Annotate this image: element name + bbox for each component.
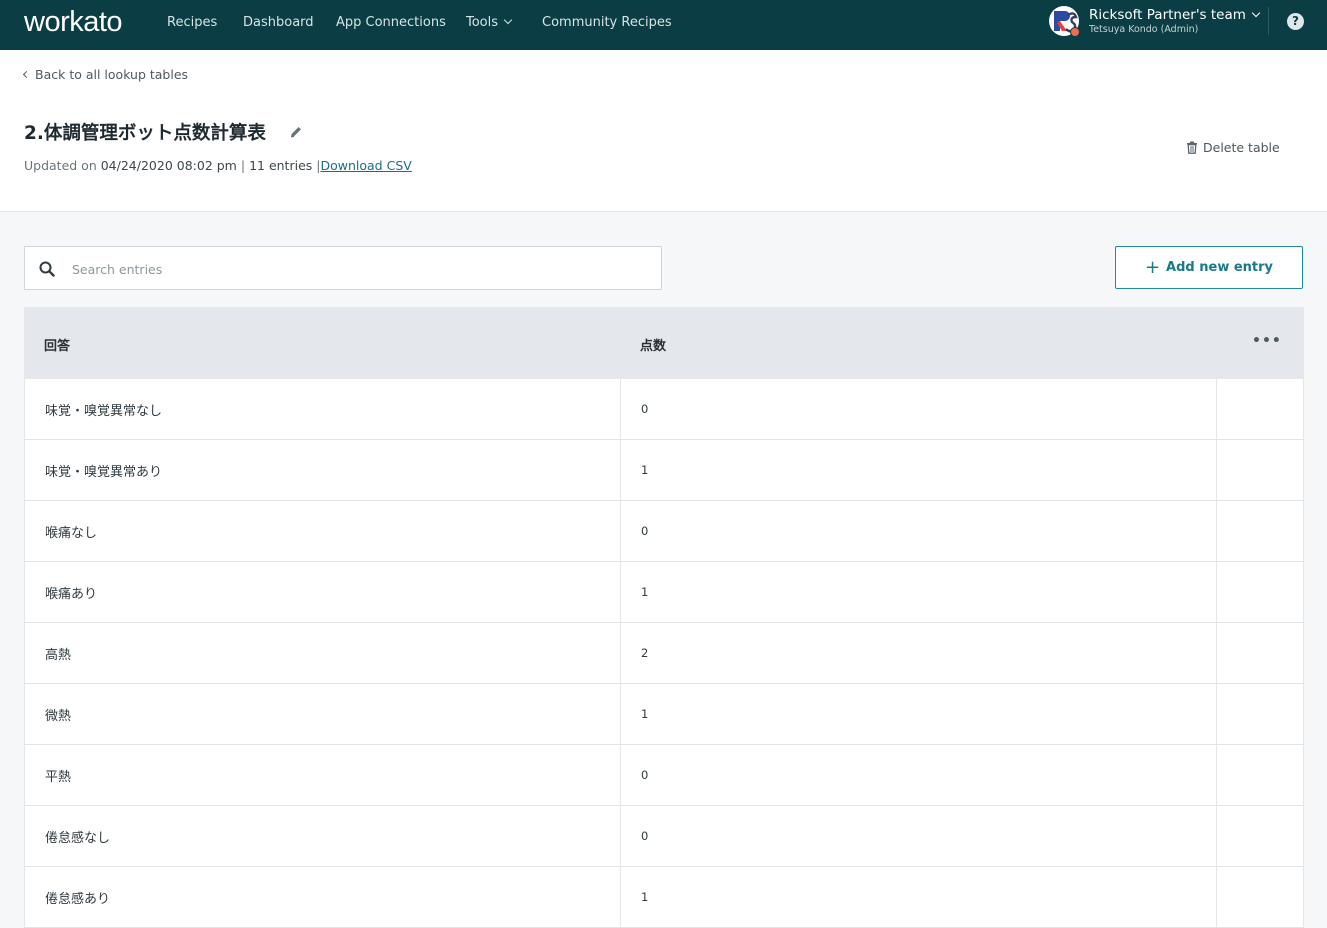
updated-prefix: Updated on [24,158,97,173]
table-row[interactable]: 喉痛なし 0 [24,501,1304,562]
search-input[interactable] [70,257,634,281]
help-icon[interactable]: ? [1287,13,1304,30]
cell-answer: 喉痛あり [45,587,98,602]
add-new-entry-button[interactable]: + Add new entry [1115,246,1303,289]
cell-score: 1 [641,890,649,904]
nav-app-connections[interactable]: App Connections [336,15,446,31]
cell-divider [620,867,621,927]
status-dot [1070,27,1080,37]
cell-score: 0 [641,524,649,538]
updated-at: 04/24/2020 08:02 pm [100,158,237,173]
back-link-label: Back to all lookup tables [35,67,189,82]
cell-divider [620,745,621,805]
team-switcher[interactable]: Ricksoft Partner's team [1089,7,1261,23]
page-title: 2.体調管理ボット点数計算表 [24,123,266,144]
back-link[interactable]: Back to all lookup tables [22,67,189,82]
cell-answer: 倦怠感なし [45,831,111,846]
cell-answer: 高熱 [45,648,72,663]
cell-divider [620,501,621,561]
cell-answer: 味覚・嗅覚異常なし [45,404,163,419]
page-header: Back to all lookup tables 2.体調管理ボット点数計算表… [0,50,1327,212]
cell-score: 0 [641,768,649,782]
lookup-table: 回答 点数 ••• 味覚・嗅覚異常なし 0 味覚・嗅覚異常あり 1 喉痛なし 0 喉痛あり 1… [24,307,1304,928]
cell-divider [1216,806,1217,866]
nav-recipes[interactable]: Recipes [167,15,217,31]
table-row[interactable]: 味覚・嗅覚異常なし 0 [24,379,1304,440]
nav-tools[interactable]: Tools [466,15,513,31]
chevron-down-icon [1251,8,1261,18]
nav-divider [1268,7,1269,35]
search-icon [39,261,55,277]
cell-divider [1216,379,1217,439]
cell-divider [1216,623,1217,683]
cell-score: 1 [641,585,649,599]
cell-answer: 平熱 [45,770,72,785]
cell-divider [620,440,621,500]
cell-score: 2 [641,646,649,660]
cell-divider [620,684,621,744]
table-header-row: 回答 点数 ••• [24,307,1304,379]
column-header-answer: 回答 [44,339,71,354]
cell-divider [620,806,621,866]
top-nav: workato Recipes Dashboard App Connection… [0,0,1327,50]
cell-score: 1 [641,463,649,477]
table-meta: Updated on 04/24/2020 08:02 pm | 11 entr… [24,158,412,173]
cell-divider [1216,867,1217,927]
entry-count: 11 entries [249,158,313,173]
nav-tools-label: Tools [466,15,499,30]
cell-score: 0 [641,402,649,416]
table-row[interactable]: 平熱 0 [24,745,1304,806]
chevron-down-icon [503,15,513,25]
workato-logo[interactable]: workato [24,5,123,39]
pencil-icon[interactable] [289,125,303,139]
team-name: Ricksoft Partner's team [1089,7,1246,23]
meta-separator: | [240,158,246,173]
cell-divider [620,623,621,683]
search-box[interactable] [24,246,662,290]
chevron-left-icon [22,70,31,79]
cell-answer: 味覚・嗅覚異常あり [45,465,163,480]
cell-divider [1216,684,1217,744]
cell-divider [1216,440,1217,500]
cell-answer: 倦怠感あり [45,892,111,907]
cell-divider [1216,745,1217,805]
plus-icon: + [1144,257,1161,278]
download-csv-link[interactable]: Download CSV [320,158,411,173]
nav-dashboard[interactable]: Dashboard [243,15,314,31]
table-row[interactable]: 喉痛あり 1 [24,562,1304,623]
more-options-icon[interactable]: ••• [1252,333,1282,349]
trash-icon [1187,141,1197,154]
cell-answer: 喉痛なし [45,526,98,541]
table-row[interactable]: 倦怠感なし 0 [24,806,1304,867]
table-row[interactable]: 高熱 2 [24,623,1304,684]
cell-divider [620,379,621,439]
cell-divider [620,562,621,622]
table-row[interactable]: 味覚・嗅覚異常あり 1 [24,440,1304,501]
column-header-score: 点数 [640,339,667,354]
delete-table-label: Delete table [1203,140,1280,155]
table-body: 味覚・嗅覚異常なし 0 味覚・嗅覚異常あり 1 喉痛なし 0 喉痛あり 1 高熱 2 微熱 1 平熱 0 倦… [24,379,1304,928]
table-row[interactable]: 倦怠感あり 1 [24,867,1304,928]
team-user: Tetsuya Kondo (Admin) [1089,24,1199,35]
cell-divider [1216,562,1217,622]
cell-score: 1 [641,707,649,721]
delete-table-button[interactable]: Delete table [1186,140,1280,155]
nav-community-recipes[interactable]: Community Recipes [542,15,672,31]
cell-answer: 微熱 [45,709,72,724]
table-row[interactable]: 微熱 1 [24,684,1304,745]
cell-score: 0 [641,829,649,843]
add-new-entry-label: Add new entry [1166,260,1274,275]
cell-divider [1216,501,1217,561]
